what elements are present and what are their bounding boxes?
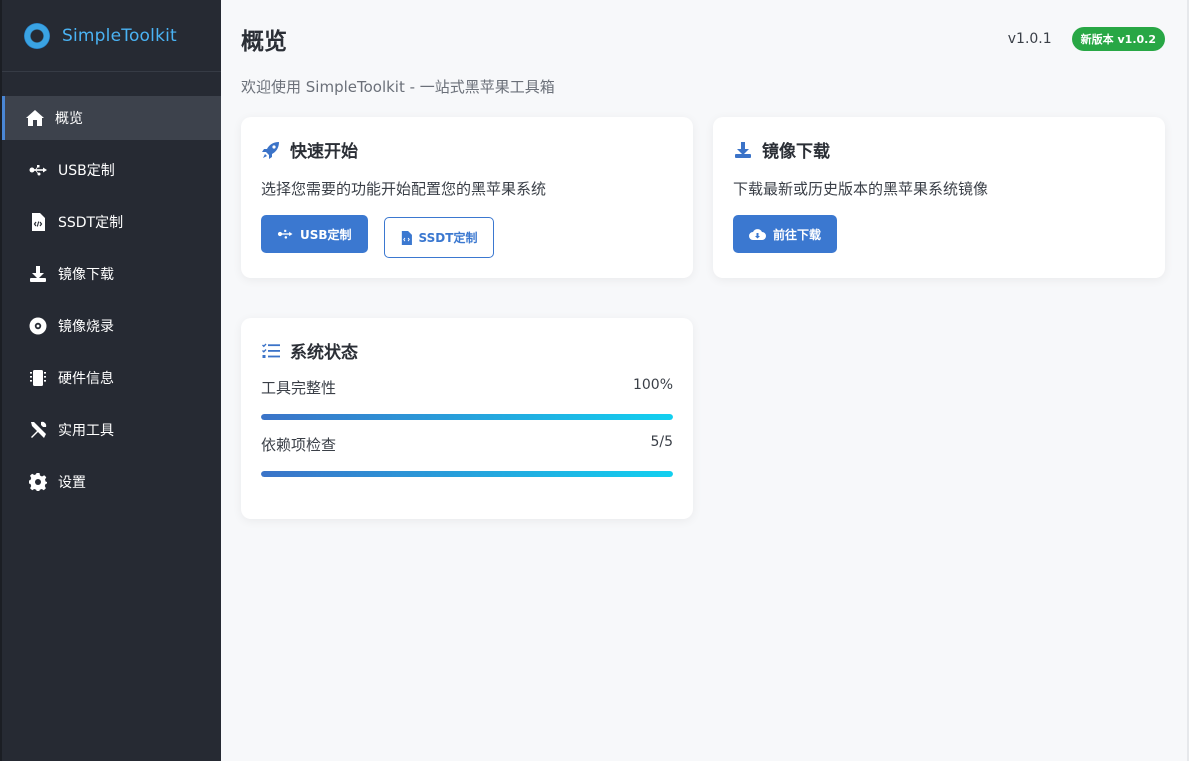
sidebar-item-settings[interactable]: 设置 [2, 460, 221, 504]
card-title: 镜像下载 [733, 137, 1145, 162]
image-download-title: 镜像下载 [762, 142, 830, 162]
sidebar-item-label: 概览 [55, 111, 83, 127]
card-title: 快速开始 [261, 137, 673, 162]
ssdt-custom-button[interactable]: SSDT定制 [383, 217, 495, 258]
sidebar-item-label: SSDT定制 [58, 215, 124, 231]
cloud-download-icon [749, 228, 766, 241]
version-area: v1.0.1 新版本 v1.0.2 [1008, 27, 1165, 51]
sidebar-item-utilities[interactable]: 实用工具 [2, 408, 221, 452]
image-download-card: 镜像下载 下载最新或历史版本的黑苹果系统镜像 前往下载 [713, 117, 1165, 278]
gear-icon [27, 472, 49, 492]
status-item-dependency-check: 依赖项检查 5/5 [261, 434, 673, 477]
progress-fill [261, 471, 673, 477]
quick-start-card: 快速开始 选择您需要的功能开始配置您的黑苹果系统 USB定制 SSDT定制 [241, 117, 693, 278]
home-icon [24, 108, 46, 128]
status-value: 100% [632, 377, 673, 393]
card-title: 系统状态 [261, 338, 673, 363]
status-label: 依赖项检查 [261, 436, 337, 454]
quick-start-text: 选择您需要的功能开始配置您的黑苹果系统 [261, 180, 547, 198]
page-title: 概览 [241, 29, 287, 55]
app-name: SimpleToolkit [62, 25, 177, 46]
progress-fill [261, 414, 673, 420]
update-badge[interactable]: 新版本 v1.0.2 [1071, 27, 1165, 51]
main-content: 概览 v1.0.1 新版本 v1.0.2 欢迎使用 SimpleToolkit … [221, 0, 1189, 761]
quick-start-buttons: USB定制 SSDT定制 [261, 215, 673, 258]
status-item-tool-integrity: 工具完整性 100% [261, 377, 673, 420]
progress-bar [261, 471, 673, 477]
sidebar-item-label: 设置 [58, 475, 86, 491]
sidebar-item-label: 镜像烧录 [58, 319, 114, 335]
sidebar-item-image-download[interactable]: 镜像下载 [2, 252, 221, 296]
topbar: 概览 v1.0.1 新版本 v1.0.2 [241, 22, 1165, 56]
current-version: v1.0.1 [1007, 31, 1052, 47]
disc-icon [27, 316, 49, 336]
tools-icon [27, 420, 49, 440]
cards-row: 快速开始 选择您需要的功能开始配置您的黑苹果系统 USB定制 SSDT定制 镜像… [241, 117, 1165, 278]
sidebar-item-label: 硬件信息 [58, 371, 114, 387]
usb-custom-button-label: USB定制 [300, 227, 352, 242]
rocket-icon [261, 140, 281, 160]
sidebar-item-image-burn[interactable]: 镜像烧录 [2, 304, 221, 348]
page-subtitle: 欢迎使用 SimpleToolkit - 一站式黑苹果工具箱 [241, 78, 555, 96]
brand: SimpleToolkit [2, 0, 221, 72]
sidebar-item-ssdt[interactable]: SSDT定制 [2, 200, 221, 244]
download-icon [733, 140, 753, 160]
sidebar-nav: 概览 USB定制 SSDT定制 镜像下载 镜像烧录 硬件信息 实用工具 设置 [2, 96, 221, 504]
file-code-icon [27, 212, 49, 232]
app-window: SimpleToolkit 概览 USB定制 SSDT定制 镜像下载 镜像烧录 … [0, 0, 1189, 761]
progress-bar [261, 414, 673, 420]
status-value: 5/5 [650, 434, 673, 450]
ssdt-custom-button-label: SSDT定制 [418, 231, 478, 245]
usb-custom-button[interactable]: USB定制 [261, 215, 368, 253]
sidebar-item-hardware-info[interactable]: 硬件信息 [2, 356, 221, 400]
sidebar: SimpleToolkit 概览 USB定制 SSDT定制 镜像下载 镜像烧录 … [0, 0, 221, 761]
image-download-buttons: 前往下载 [733, 215, 1145, 253]
sidebar-item-overview[interactable]: 概览 [2, 96, 221, 140]
sidebar-item-label: USB定制 [58, 163, 115, 179]
logo-icon [24, 22, 50, 49]
download-icon [27, 264, 49, 284]
system-status-card: 系统状态 工具完整性 100% 依赖项检查 5/5 [241, 318, 693, 519]
usb-icon [277, 229, 293, 239]
sidebar-item-usb[interactable]: USB定制 [2, 148, 221, 192]
image-download-text: 下载最新或历史版本的黑苹果系统镜像 [733, 180, 989, 198]
usb-icon [27, 160, 49, 180]
system-status-title: 系统状态 [290, 343, 358, 363]
go-download-button-label: 前往下载 [773, 227, 822, 242]
quick-start-title: 快速开始 [290, 142, 358, 162]
go-download-button[interactable]: 前往下载 [733, 215, 838, 253]
sidebar-item-label: 实用工具 [58, 423, 114, 439]
checklist-icon [261, 341, 281, 361]
sidebar-item-label: 镜像下载 [58, 267, 114, 283]
status-label: 工具完整性 [261, 379, 337, 397]
file-code-icon [401, 230, 412, 245]
chip-icon [27, 368, 49, 388]
